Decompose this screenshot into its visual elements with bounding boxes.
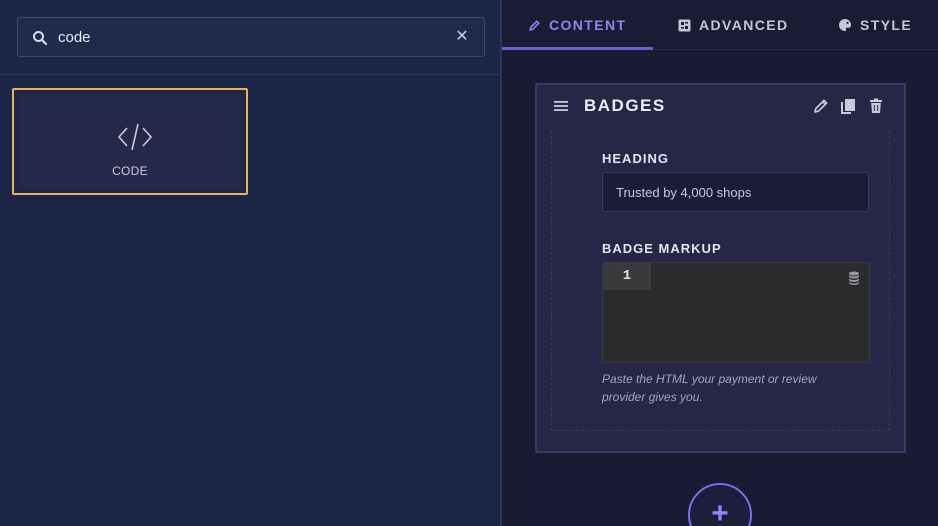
search-input[interactable] [58,18,448,56]
search-box[interactable]: ✕ [17,17,485,57]
badges-section: BADGES HEADING Trusted by 4,000 shops BA… [535,83,906,453]
code-icon [117,123,153,151]
settings-panel: CONTENT ADVANCED STYLE BADGES HEADING Tr… [502,0,938,526]
plus-icon: + [711,497,729,526]
badge-markup-editor[interactable]: 1 [602,262,870,363]
badge-markup-help: Paste the HTML your payment or review pr… [602,372,817,404]
badge-markup-label: BADGE MARKUP [602,241,722,256]
clear-search-icon[interactable]: ✕ [454,29,470,45]
active-tab-indicator [502,47,653,50]
section-fields: HEADING BADGE MARKUP 1 Paste the HTML yo… [551,131,890,431]
duplicate-icon[interactable] [839,97,857,115]
database-icon[interactable] [848,271,860,285]
section-header[interactable]: BADGES [537,85,904,127]
drag-handle-icon[interactable] [553,99,569,113]
search-area: ✕ [0,0,500,75]
heading-label: HEADING [602,151,669,166]
widget-card-inner: CODE [18,94,242,189]
line-number: 1 [603,263,651,290]
advanced-icon [678,19,691,31]
tab-content[interactable]: CONTENT [528,0,626,50]
tab-advanced[interactable]: ADVANCED [678,0,789,50]
search-icon [33,31,48,46]
tab-style[interactable]: STYLE [838,0,912,50]
widget-card-code[interactable]: CODE [12,88,248,195]
tab-style-label: STYLE [860,17,913,33]
pencil-icon [529,19,540,31]
edit-icon[interactable] [812,97,830,115]
widget-label: CODE [112,164,148,178]
page-builder: ✕ CODE CONTENT [0,0,938,526]
palette-icon [839,18,852,31]
tab-content-label: CONTENT [549,17,627,33]
tab-advanced-label: ADVANCED [699,17,789,33]
heading-input[interactable] [602,172,869,212]
widget-panel: ✕ CODE [0,0,500,526]
settings-tabs: CONTENT ADVANCED STYLE [502,0,938,50]
section-title: BADGES [584,96,666,115]
delete-icon[interactable] [867,97,885,115]
add-section-button[interactable]: + [688,483,752,526]
